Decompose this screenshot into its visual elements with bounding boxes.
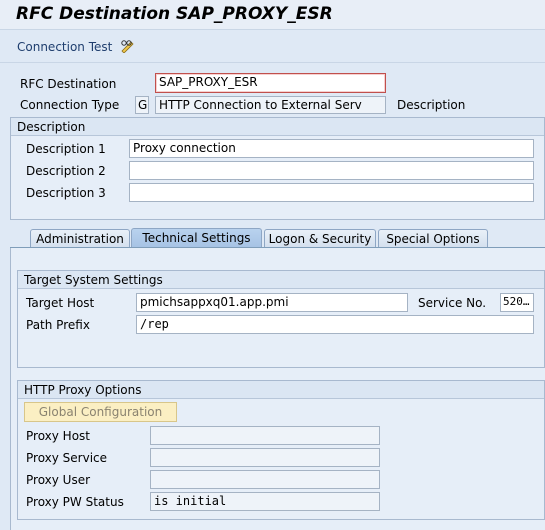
path-prefix-label: Path Prefix — [26, 318, 90, 332]
proxy-user-field[interactable] — [150, 470, 380, 489]
proxy-pw-status-field: is initial — [150, 492, 380, 511]
target-host-label: Target Host — [26, 296, 95, 310]
pencil-glasses-icon[interactable] — [119, 39, 137, 53]
proxy-host-field[interactable] — [150, 426, 380, 445]
path-prefix-field[interactable]: /rep — [136, 315, 534, 334]
rfc-destination-label: RFC Destination — [20, 77, 117, 91]
description-2-field[interactable] — [129, 161, 534, 180]
service-no-field[interactable]: 520… — [500, 293, 534, 312]
global-configuration-button[interactable]: Global Configuration — [24, 402, 177, 422]
description-3-label: Description 3 — [26, 186, 106, 200]
tab-technical-settings[interactable]: Technical Settings — [131, 228, 262, 248]
proxy-user-label: Proxy User — [26, 473, 91, 487]
rfc-destination-field[interactable]: SAP_PROXY_ESR — [155, 73, 386, 93]
description-header-label: Description — [397, 98, 466, 112]
connection-test-button[interactable]: Connection Test — [17, 40, 112, 54]
target-system-group-title: Target System Settings — [18, 271, 544, 289]
connection-type-text-field: HTTP Connection to External Serv — [155, 96, 386, 114]
description-2-label: Description 2 — [26, 164, 106, 178]
title-bar: RFC Destination SAP_PROXY_ESR — [0, 0, 545, 30]
page-title: RFC Destination SAP_PROXY_ESR — [16, 4, 333, 24]
description-1-label: Description 1 — [26, 142, 106, 156]
proxy-service-label: Proxy Service — [26, 451, 108, 465]
description-1-field[interactable]: Proxy connection — [129, 139, 534, 158]
proxy-service-field[interactable] — [150, 448, 380, 467]
proxy-pw-status-label: Proxy PW Status — [26, 495, 124, 509]
connection-type-label: Connection Type — [20, 98, 120, 112]
description-3-field[interactable] — [129, 183, 534, 202]
tab-logon-security[interactable]: Logon & Security — [264, 229, 376, 248]
application-toolbar: Connection Test — [0, 31, 545, 63]
description-group-title: Description — [11, 118, 544, 136]
tab-special-options[interactable]: Special Options — [378, 229, 488, 248]
http-proxy-group-title: HTTP Proxy Options — [18, 381, 544, 399]
connection-type-code-field[interactable]: G — [135, 96, 149, 114]
service-no-label: Service No. — [418, 296, 487, 310]
tab-administration[interactable]: Administration — [30, 229, 130, 248]
target-host-field[interactable]: pmichsappxq01.app.pmi — [136, 293, 408, 312]
proxy-host-label: Proxy Host — [26, 429, 91, 443]
